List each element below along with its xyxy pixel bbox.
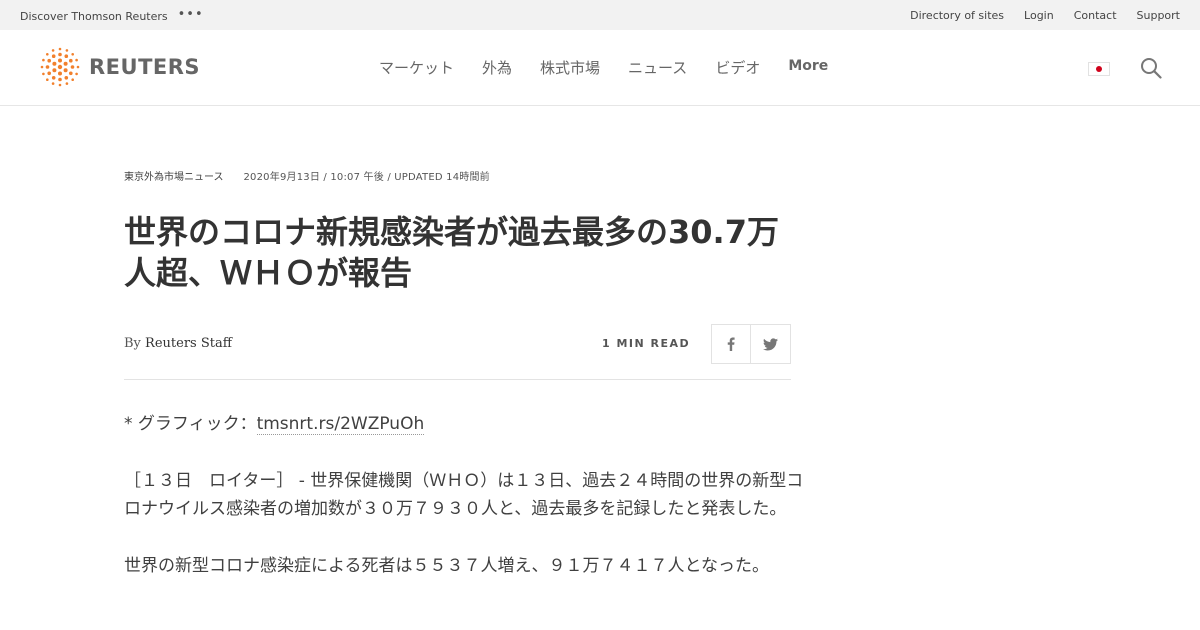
more-dots-icon[interactable]: ••• [178, 7, 204, 22]
reuters-wordmark: REUTERS [89, 55, 201, 79]
read-time: 1 MIN READ [602, 337, 691, 350]
login-link[interactable]: Login [1024, 9, 1054, 22]
search-button[interactable] [1140, 57, 1162, 83]
byline: By Reuters Staff [124, 336, 232, 351]
nav-item-markets[interactable]: マーケット [379, 57, 454, 78]
article-body: * グラフィック：tmsnrt.rs/2WZPuOh ［１３日 ロイター］ - … [124, 410, 804, 609]
paragraph-deaths: 世界の新型コロナ感染症による死者は５５３７人増え、９１万７４１７人となった。 [124, 556, 769, 576]
utility-bar: Discover Thomson Reuters ••• Directory o… [0, 0, 1200, 30]
section-link[interactable]: 東京外為市場ニュース [124, 168, 224, 183]
main-nav: マーケット 外為 株式市場 ニュース ビデオ More [379, 57, 828, 78]
nav-item-video[interactable]: ビデオ [715, 57, 760, 78]
nav-item-news[interactable]: ニュース [628, 57, 687, 78]
graphic-prefix: * グラフィック： [124, 414, 257, 434]
reuters-logo[interactable]: REUTERS [40, 47, 200, 87]
contact-link[interactable]: Contact [1074, 9, 1117, 22]
search-icon [1141, 58, 1162, 79]
author-link[interactable]: Reuters Staff [145, 336, 232, 351]
byline-prefix: By [124, 336, 141, 351]
paragraph-graphic: * グラフィック：tmsnrt.rs/2WZPuOh [124, 410, 804, 438]
reuters-logo-icon [40, 47, 80, 87]
japan-flag-icon[interactable] [1088, 62, 1110, 76]
twitter-share-button[interactable] [751, 324, 791, 364]
nav-item-forex[interactable]: 外為 [482, 57, 512, 78]
article-dateline: 2020年9月13日 / 10:07 午後 / UPDATED 14時間前 [243, 172, 490, 183]
facebook-icon [727, 337, 735, 351]
article-meta: 東京外為市場ニュース 2020年9月13日 / 10:07 午後 / UPDAT… [124, 168, 490, 183]
article-headline: 世界のコロナ新規感染者が過去最多の30.7万人超、ＷＨＯが報告 [124, 213, 779, 292]
graphic-link[interactable]: tmsnrt.rs/2WZPuOh [256, 414, 425, 435]
nav-item-stocks[interactable]: 株式市場 [540, 57, 600, 78]
twitter-icon [763, 337, 778, 350]
divider [124, 379, 791, 380]
discover-label[interactable]: Discover Thomson Reuters [20, 10, 168, 23]
utility-links: Directory of sites Login Contact Support [890, 9, 1180, 22]
share-buttons [711, 324, 791, 364]
paragraph-lead: ［１３日 ロイター］ - 世界保健機関（ＷＨＯ）は１３日、過去２４時間の世界の新… [124, 471, 804, 519]
directory-of-sites-link[interactable]: Directory of sites [910, 9, 1004, 22]
discover-thomson-reuters[interactable]: Discover Thomson Reuters ••• [20, 7, 204, 24]
nav-item-more[interactable]: More [788, 58, 828, 79]
facebook-share-button[interactable] [711, 324, 751, 364]
site-header: REUTERS マーケット 外為 株式市場 ニュース ビデオ More [0, 30, 1200, 106]
support-link[interactable]: Support [1137, 9, 1180, 22]
flag-circle [1096, 66, 1102, 72]
